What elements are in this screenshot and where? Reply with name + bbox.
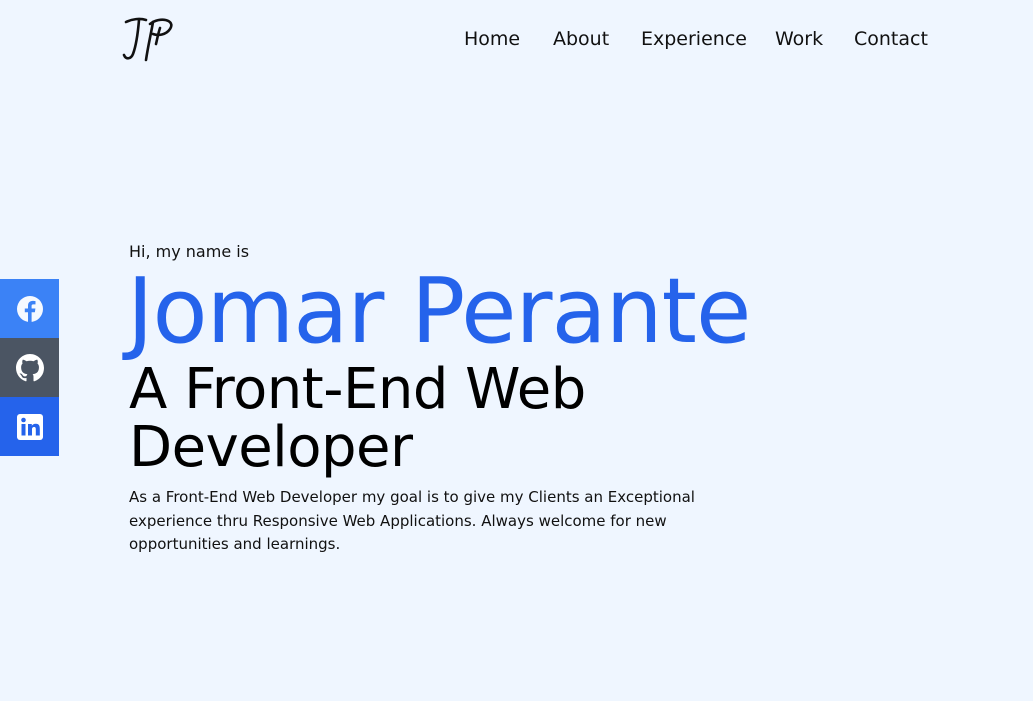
nav-contact[interactable]: Contact bbox=[854, 26, 928, 52]
linkedin-link[interactable] bbox=[0, 397, 59, 456]
github-link[interactable] bbox=[0, 338, 59, 397]
social-sidebar bbox=[0, 279, 59, 456]
linkedin-icon bbox=[16, 413, 43, 440]
facebook-link[interactable] bbox=[0, 279, 59, 338]
nav-home[interactable]: Home bbox=[464, 26, 520, 52]
hero-bio: As a Front-End Web Developer my goal is … bbox=[129, 488, 695, 553]
main-nav: Home About Experience Work Contact bbox=[0, 26, 1033, 52]
nav-work[interactable]: Work bbox=[775, 26, 823, 52]
github-icon bbox=[15, 353, 44, 381]
facebook-icon bbox=[16, 295, 43, 322]
nav-experience[interactable]: Experience bbox=[641, 26, 747, 52]
nav-about[interactable]: About bbox=[553, 26, 609, 52]
hero-name: Jomar Perante bbox=[127, 259, 751, 364]
hero-role: A Front-End Web Developer bbox=[129, 357, 586, 480]
